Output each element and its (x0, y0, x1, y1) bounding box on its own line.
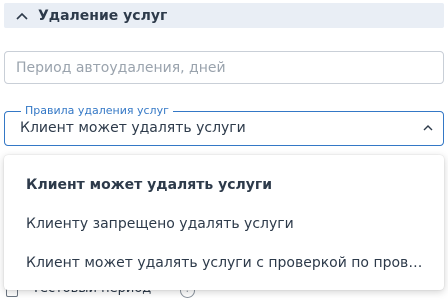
dropdown-option-client-can-delete-with-check[interactable]: Клиент может удалять услуги с проверкой … (4, 243, 444, 282)
deletion-rules-dropdown: Клиент может удалять услуги Клиенту запр… (4, 155, 444, 290)
dropdown-option-label: Клиент может удалять услуги с проверкой … (26, 254, 426, 271)
deletion-rules-select[interactable]: Правила удаления услуг Клиент может удал… (4, 104, 444, 146)
dropdown-option-label: Клиент может удалять услуги (26, 176, 273, 193)
chevron-up-icon[interactable] (15, 9, 29, 23)
chevron-up-icon[interactable] (422, 122, 434, 134)
section-header-deletion[interactable]: Удаление услуг (4, 3, 444, 28)
dropdown-option-client-can-delete[interactable]: Клиент может удалять услуги (4, 165, 444, 204)
service-deletion-panel: Удаление услуг Период автоудаления, дней… (0, 0, 448, 301)
section-title: Удаление услуг (38, 7, 168, 24)
dropdown-option-label: Клиенту запрещено удалять услуги (26, 215, 294, 232)
deletion-rules-value: Клиент может удалять услуги (20, 120, 246, 136)
autodelete-period-placeholder: Период автоудаления, дней (16, 59, 226, 76)
deletion-rules-label: Правила удаления услуг (21, 104, 173, 118)
dropdown-option-client-forbidden[interactable]: Клиенту запрещено удалять услуги (4, 204, 444, 243)
autodelete-period-input[interactable]: Период автоудаления, дней (4, 51, 444, 84)
